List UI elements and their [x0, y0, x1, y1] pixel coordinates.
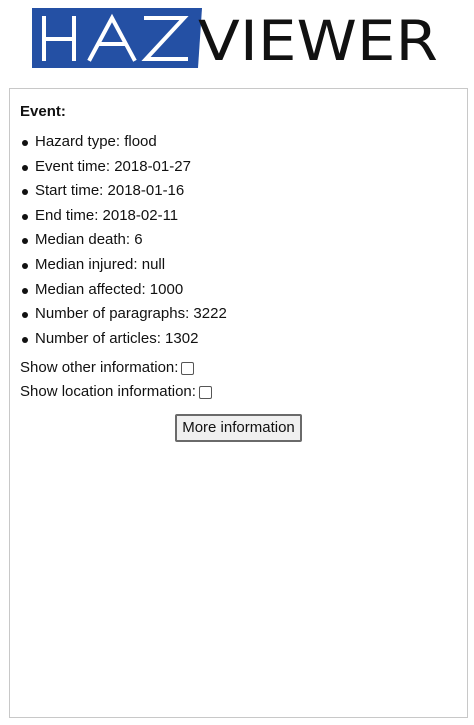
field-number-of-articles: Number of articles: 1302 [20, 327, 457, 352]
panel-title: Event: [20, 103, 66, 120]
show-other-info-label: Show other information: [20, 359, 179, 377]
show-location-info-label: Show location information: [20, 383, 196, 401]
more-info-button-wrap: More information [20, 414, 457, 443]
field-median-affected: Median affected: 1000 [20, 278, 457, 303]
field-number-of-paragraphs: Number of paragraphs: 3222 [20, 302, 457, 327]
show-location-info-row: Show location information: [20, 380, 457, 404]
field-median-injured: Median injured: null [20, 253, 457, 278]
field-event-time: Event time: 2018-01-27 [20, 155, 457, 180]
show-other-info-row: Show other information: [20, 356, 457, 380]
field-end-time: End time: 2018-02-11 [20, 204, 457, 229]
more-information-button[interactable]: More information [175, 414, 302, 443]
page: VIEWER Event: Hazard type: flood Event t… [0, 0, 474, 725]
event-info-panel: Event: Hazard type: flood Event time: 20… [9, 88, 468, 718]
field-hazard-type: Hazard type: flood [20, 130, 457, 155]
field-start-time: Start time: 2018-01-16 [20, 179, 457, 204]
show-other-info-checkbox[interactable] [181, 362, 195, 376]
field-median-death: Median death: 6 [20, 228, 457, 253]
logo-viewer-text: VIEWER [198, 9, 438, 68]
hazviewer-logo: VIEWER [32, 8, 444, 68]
show-location-info-checkbox[interactable] [198, 386, 212, 400]
logo-graphic: VIEWER [32, 8, 438, 68]
event-fields-list: Hazard type: flood Event time: 2018-01-2… [20, 130, 457, 351]
